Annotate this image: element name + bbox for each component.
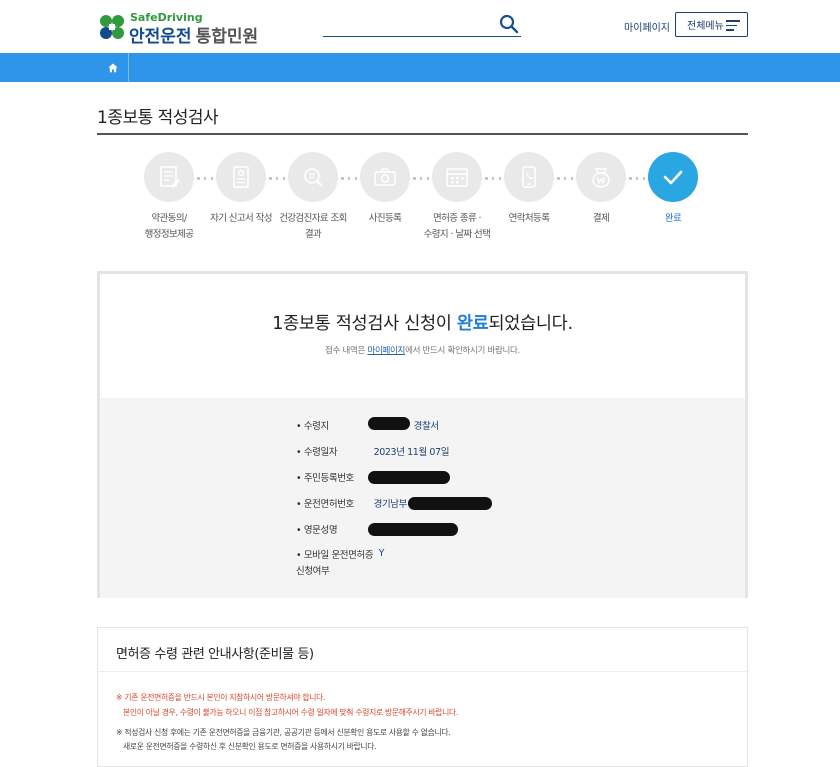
completion-text-after: 되었습니다.: [488, 314, 573, 334]
note-text-after: 에서 반드시 확인하시기 바랍니다.: [405, 346, 520, 356]
detail-key: • 주민등록번호: [296, 473, 354, 484]
step-contact: 연락처등록: [493, 150, 565, 227]
site-logo[interactable]: SafeDriving 안전운전 통합민원: [97, 11, 267, 47]
completion-highlight: 완료: [456, 314, 489, 334]
search-input[interactable]: [323, 12, 493, 35]
detail-value: Y: [378, 548, 385, 559]
detail-row-resident-number: • 주민등록번호: [296, 470, 371, 484]
step-label: 연락처등록: [508, 213, 550, 224]
step-circle: [504, 152, 554, 202]
guide-divider: [98, 671, 747, 672]
step-payment: 결제: [565, 150, 637, 227]
document-edit-icon: [160, 166, 180, 188]
step-terms: 약관동의/ 행정정보제공: [133, 150, 205, 243]
step-circle: [648, 152, 698, 202]
camera-icon: [374, 168, 396, 186]
guide-line: ※ 적성검사 신청 후에는 기존 운전면허증을 금융기관, 공공기관 등에서 신…: [116, 728, 451, 737]
detail-key: • 수령일자: [296, 447, 338, 458]
step-circle: [360, 152, 410, 202]
detail-key: • 수령지: [296, 421, 329, 432]
mypage-link[interactable]: 마이페이지: [624, 19, 670, 34]
guide-title: 면허증 수령 관련 안내사항(준비물 등): [116, 647, 314, 662]
home-icon: [108, 63, 117, 72]
step-label: 건강검진자료 조회 결과: [279, 213, 347, 240]
search-icon[interactable]: [499, 14, 519, 34]
guide-line: ※ 기존 운전면허증을 반드시 본인이 지참하시어 방문하셔야 합니다.: [116, 693, 326, 702]
breadcrumb-bar: [0, 53, 840, 82]
redaction-mark: [368, 471, 450, 484]
detail-key: • 운전면허번호: [296, 499, 354, 510]
home-button[interactable]: [97, 53, 129, 82]
pickup-guide-panel: 면허증 수령 관련 안내사항(준비물 등) ※ 기존 운전면허증을 반드시 본인…: [97, 627, 748, 767]
completion-panel: 1종보통 적성검사 신청이 완료되었습니다. 접수 내역은 마이페이지에서 반드…: [97, 271, 748, 598]
step-label: 자기 신고서 작성: [210, 213, 272, 224]
site-header: SafeDriving 안전운전 통합민원 마이페이지 전체메뉴: [0, 0, 840, 53]
hamburger-icon: [726, 20, 740, 31]
all-menu-button[interactable]: 전체메뉴: [675, 12, 748, 37]
won-coin-icon: [592, 168, 610, 188]
redaction-mark: [368, 523, 458, 536]
completion-message: 1종보통 적성검사 신청이 완료되었습니다.: [100, 310, 745, 335]
phone-icon: [522, 166, 536, 188]
check-icon: [663, 170, 683, 185]
calendar-icon: [446, 168, 468, 187]
step-label: 약관동의/ 행정정보제공: [144, 213, 194, 240]
redaction-mark: [408, 497, 492, 510]
step-self-report: 자기 신고서 작성: [205, 150, 277, 227]
detail-value: 경기남부: [373, 499, 408, 510]
step-health-check: 건강검진자료 조회 결과: [277, 150, 349, 243]
step-label: 완료: [664, 213, 682, 224]
guide-line: 본인이 아닐 경우, 수령이 불가능 하오니 이점 참고하시어 수령 일자에 맞…: [123, 708, 459, 717]
detail-key: • 영문성명: [296, 525, 338, 536]
search-bar: [323, 12, 521, 37]
brand-korean: 안전운전 통합민원: [129, 22, 258, 47]
detail-row-pickup-date: • 수령일자 2023년 11월 07일: [296, 444, 449, 458]
step-circle: [144, 152, 194, 202]
clover-logo-icon: [100, 15, 124, 39]
step-complete: 완료: [637, 150, 709, 227]
step-label: 결제: [592, 213, 610, 224]
completion-text-before: 1종보통 적성검사 신청이: [272, 314, 457, 334]
guide-line: 새로운 운전면허증을 수령하신 후 신분확인 용도로 면허증을 사용하시기 바랍…: [123, 742, 377, 751]
detail-value: 2023년 11월 07일: [373, 447, 450, 458]
step-circle: [576, 152, 626, 202]
page-title: 1종보통 적성검사: [97, 108, 219, 128]
detail-row-mobile-license: • 모바일 운전면허증 신청여부 Y: [296, 548, 486, 580]
step-circle: [432, 152, 482, 202]
step-photo: 사진등록: [349, 150, 421, 227]
title-divider: [97, 133, 748, 135]
note-mypage-link[interactable]: 마이페이지: [367, 346, 405, 356]
redaction-mark: [368, 417, 410, 430]
detail-key: • 모바일 운전면허증 신청여부: [296, 550, 374, 577]
brand-name: 안전운전: [129, 27, 192, 47]
magnifier-icon: [304, 168, 323, 187]
completion-note: 접수 내역은 마이페이지에서 반드시 확인하시기 바랍니다.: [100, 344, 745, 356]
application-details: • 수령지 경찰서 • 수령일자 2023년 11월 07일 • 주민등록번호 …: [100, 398, 745, 598]
progress-steps: 약관동의/ 행정정보제공 자기 신고서 작성 건강검진자료 조회 결과 사진등록…: [97, 150, 748, 250]
step-license-type: 면허증 종류 · 수령지 · 날짜 선택: [421, 150, 493, 243]
all-menu-label: 전체메뉴: [687, 21, 724, 32]
detail-value: 경찰서: [413, 421, 439, 432]
detail-row-english-name: • 영문성명: [296, 522, 371, 536]
step-label: 면허증 종류 · 수령지 · 날짜 선택: [423, 213, 491, 240]
form-icon: [233, 166, 249, 188]
step-circle: [216, 152, 266, 202]
brand-subtitle: 통합민원: [195, 27, 259, 47]
step-circle: [288, 152, 338, 202]
note-text-before: 접수 내역은: [325, 346, 368, 356]
step-label: 사진등록: [368, 213, 402, 224]
detail-row-license-number: • 운전면허번호 경기남부: [296, 496, 407, 510]
